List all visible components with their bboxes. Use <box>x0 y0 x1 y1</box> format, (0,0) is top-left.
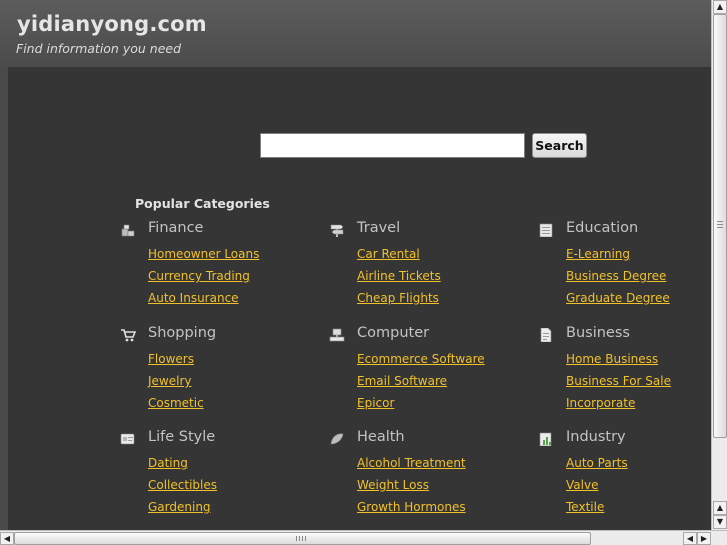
category-link[interactable]: Auto Insurance <box>148 291 239 305</box>
scroll-up-button[interactable]: ▲ <box>713 0 727 14</box>
category-link[interactable]: Flowers <box>148 352 194 366</box>
category-title[interactable]: Travel <box>357 220 400 236</box>
category-link[interactable]: E-Learning <box>566 247 630 261</box>
horizontal-scrollbar[interactable]: ◀ ◀ ▶ <box>0 530 727 545</box>
vertical-scrollbar[interactable]: ▲ ▲ ▼ <box>711 0 727 530</box>
category-links: Home Business Business For Sale Incorpor… <box>566 350 671 416</box>
scroll-right-button[interactable]: ▶ <box>697 532 711 545</box>
scroll-down-button[interactable]: ▼ <box>713 515 727 529</box>
category-link[interactable]: Ecommerce Software <box>357 352 485 366</box>
scroll-left-button-right[interactable]: ◀ <box>683 532 697 545</box>
category-links: Dating Collectibles Gardening <box>148 454 217 520</box>
category-link[interactable]: Car Rental <box>357 247 420 261</box>
search-input[interactable] <box>260 133 525 158</box>
category-links: E-Learning Business Degree Graduate Degr… <box>566 245 670 311</box>
arrow-up-icon: ▲ <box>716 2 724 11</box>
card-icon <box>120 433 135 445</box>
category-title[interactable]: Computer <box>357 325 429 341</box>
grip-icon <box>296 536 308 541</box>
category-links: Auto Parts Valve Textile <box>566 454 628 520</box>
vertical-scroll-thumb[interactable] <box>713 14 727 438</box>
category-title[interactable]: Shopping <box>148 325 216 341</box>
computer-icon <box>329 328 345 342</box>
grip-icon <box>717 221 723 229</box>
main-content: Search Popular Categories Finance Homeow… <box>8 67 711 530</box>
category-link[interactable]: Jewelry <box>148 374 192 388</box>
arrow-down-icon: ▼ <box>716 517 724 526</box>
site-header: yidianyong.com Find information you need <box>0 0 711 67</box>
category-link[interactable]: Gardening <box>148 500 211 514</box>
chart-doc-icon <box>539 432 552 446</box>
category-links: Car Rental Airline Tickets Cheap Flights <box>357 245 441 311</box>
category-title[interactable]: Life Style <box>148 429 215 445</box>
category-title[interactable]: Finance <box>148 220 203 236</box>
category-link[interactable]: Valve <box>566 478 598 492</box>
category-title[interactable]: Business <box>566 325 630 341</box>
leaf-icon <box>330 433 344 445</box>
category-link[interactable]: Email Software <box>357 374 447 388</box>
horizontal-scroll-thumb[interactable] <box>14 532 591 545</box>
category-title[interactable]: Industry <box>566 429 626 445</box>
category-link[interactable]: Weight Loss <box>357 478 429 492</box>
site-tagline: Find information you need <box>16 41 182 56</box>
category-link[interactable]: Collectibles <box>148 478 217 492</box>
category-link[interactable]: Alcohol Treatment <box>357 456 466 470</box>
search-button[interactable]: Search <box>532 133 587 158</box>
category-link[interactable]: Home Business <box>566 352 658 366</box>
arrow-left-icon: ◀ <box>686 534 694 543</box>
book-icon <box>539 223 553 237</box>
category-title[interactable]: Education <box>566 220 638 236</box>
signpost-icon <box>330 224 344 237</box>
popular-categories-heading: Popular Categories <box>135 196 270 211</box>
cart-icon <box>121 329 136 342</box>
coins-icon <box>121 224 135 237</box>
category-link[interactable]: Business For Sale <box>566 374 671 388</box>
scroll-up-button-lower[interactable]: ▲ <box>713 501 727 515</box>
category-links: Ecommerce Software Email Software Epicor <box>357 350 485 416</box>
category-link[interactable]: Dating <box>148 456 188 470</box>
category-links: Flowers Jewelry Cosmetic <box>148 350 204 416</box>
category-link[interactable]: Airline Tickets <box>357 269 441 283</box>
category-links: Homeowner Loans Currency Trading Auto In… <box>148 245 259 311</box>
site-title[interactable]: yidianyong.com <box>17 12 207 36</box>
category-link[interactable]: Auto Parts <box>566 456 628 470</box>
scroll-left-button[interactable]: ◀ <box>0 532 14 545</box>
category-link[interactable]: Currency Trading <box>148 269 250 283</box>
arrow-left-icon: ◀ <box>3 534 11 543</box>
document-icon <box>540 328 552 342</box>
category-link[interactable]: Epicor <box>357 396 394 410</box>
category-title[interactable]: Health <box>357 429 405 445</box>
category-link[interactable]: Homeowner Loans <box>148 247 259 261</box>
category-link[interactable]: Incorporate <box>566 396 635 410</box>
arrow-right-icon: ▶ <box>700 534 708 543</box>
category-link[interactable]: Cosmetic <box>148 396 204 410</box>
category-link[interactable]: Cheap Flights <box>357 291 439 305</box>
arrow-up-icon: ▲ <box>716 503 724 512</box>
category-link[interactable]: Graduate Degree <box>566 291 670 305</box>
category-link[interactable]: Textile <box>566 500 604 514</box>
category-links: Alcohol Treatment Weight Loss Growth Hor… <box>357 454 466 520</box>
category-link[interactable]: Growth Hormones <box>357 500 466 514</box>
category-link[interactable]: Business Degree <box>566 269 666 283</box>
